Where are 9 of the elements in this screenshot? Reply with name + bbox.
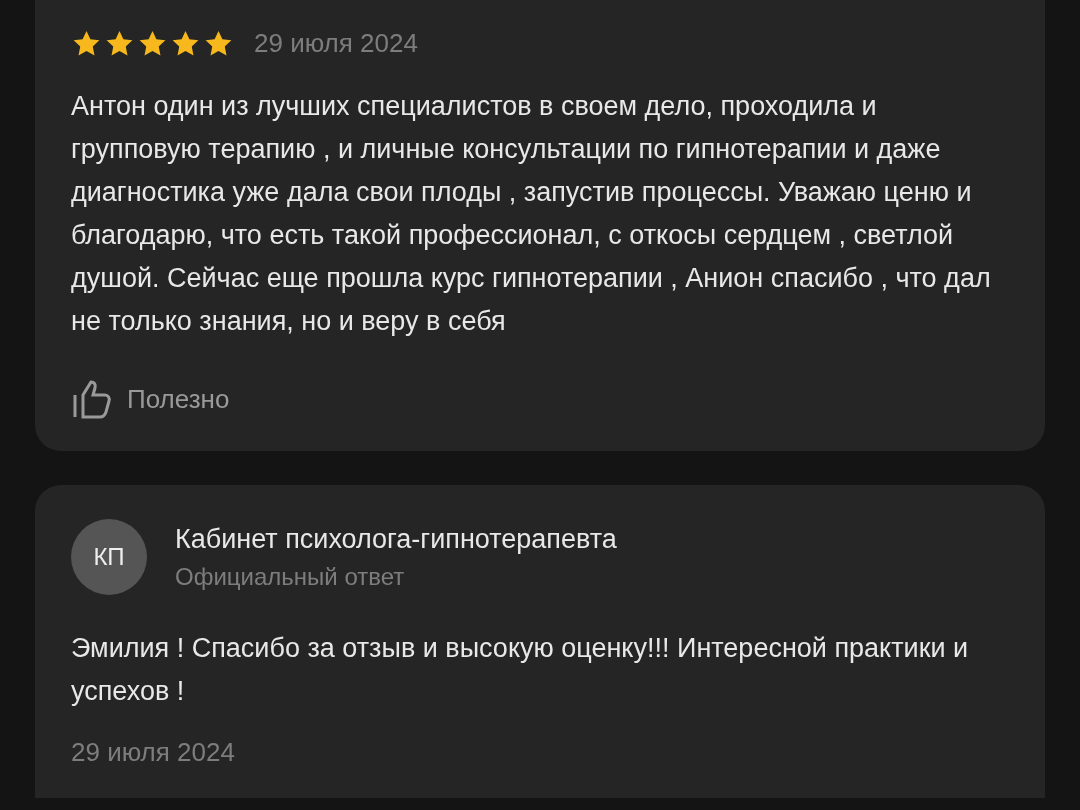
reply-date: 29 июля 2024 (71, 737, 236, 768)
reply-text: Эмилия ! Спасибо за отзыв и высокую оценку!!! Интересной практики и успехов ! (71, 632, 970, 708)
author-name: Кабинет психолога-гипнотерапевта (175, 523, 617, 555)
helpful-button[interactable]: Полезно (71, 379, 1009, 419)
avatar: КП (71, 519, 147, 595)
review-date: 29 июля 2024 (254, 28, 418, 59)
official-reply-label: Официальный ответ (175, 562, 406, 591)
review-text: Антон один из лучших специалистов в своем дело, проходила и групповую терапию , и личные консультации по гипнотерапии и даже диагностика уже дала свои плоды , запустив процессы. Уважаю ценю и благодарю, что есть такой профессионал, с откосы сердцем , светлой душой. Сейчас еще прошла курс гипнотерапии , Анион спасибо , что дал не только знания, но и веру в себя (71, 90, 992, 338)
thumbs-up-icon (71, 379, 113, 419)
